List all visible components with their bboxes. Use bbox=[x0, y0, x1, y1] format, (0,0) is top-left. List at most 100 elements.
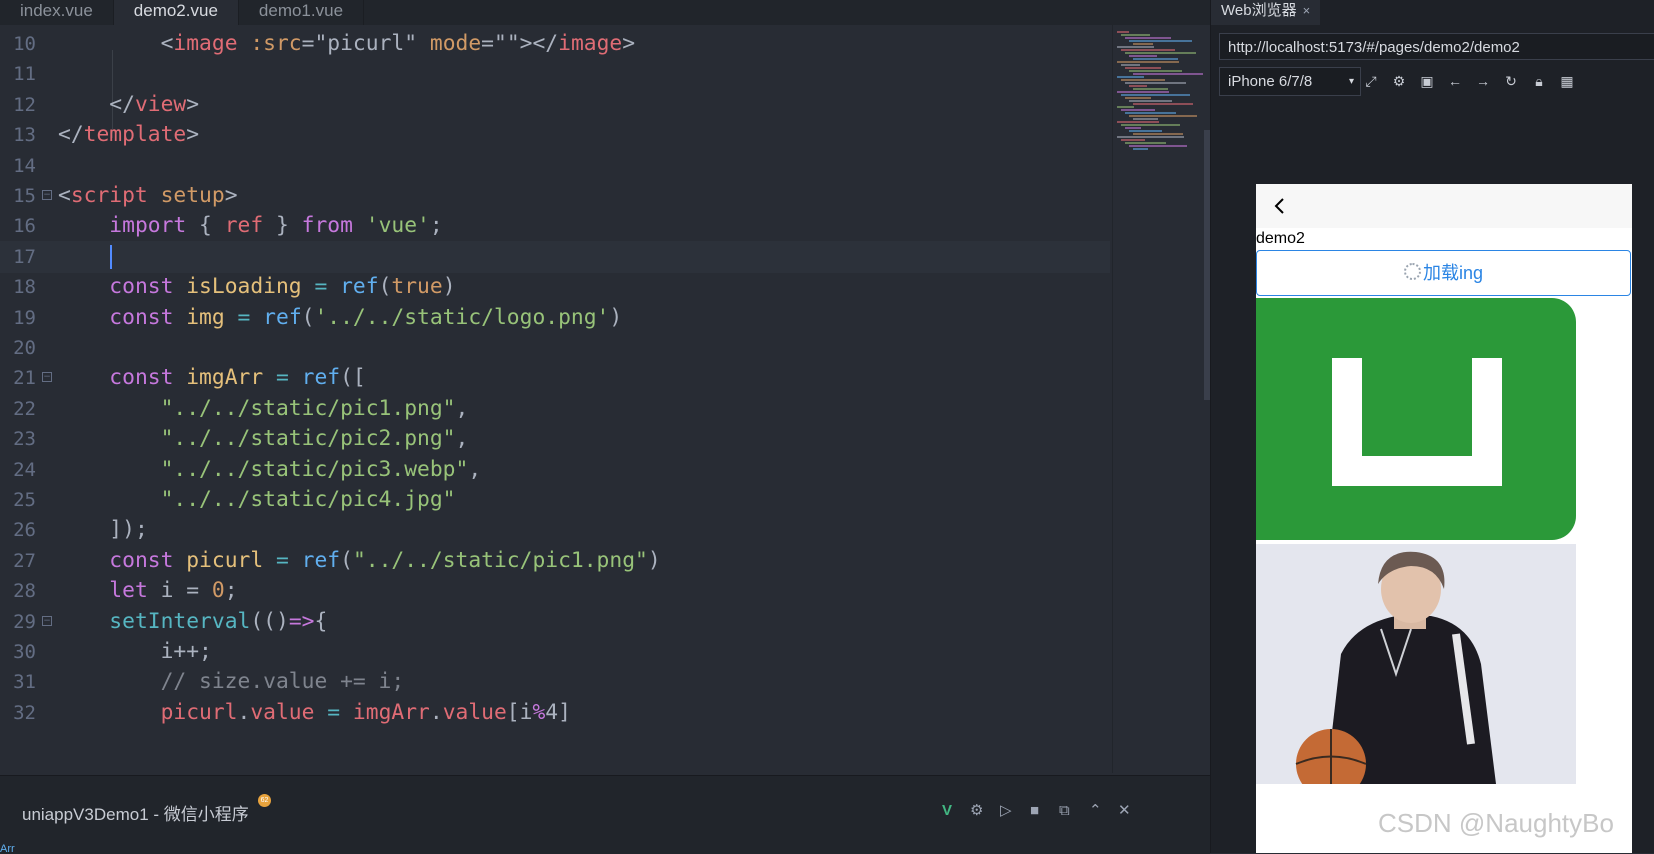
code-line[interactable]: 31 // size.value += i; bbox=[0, 666, 1110, 698]
code-line[interactable]: 27 const picurl = ref("../../static/pic1… bbox=[0, 545, 1110, 577]
code-editor[interactable]: 10 <image :src="picurl" mode=""></image>… bbox=[0, 25, 1110, 773]
lock-icon[interactable]: 🔒︎ bbox=[1529, 71, 1549, 91]
code-line[interactable]: 20 bbox=[0, 332, 1110, 364]
minimap-line bbox=[1121, 34, 1150, 36]
vue-icon[interactable]: V bbox=[942, 802, 952, 820]
code-line[interactable]: 28 let i = 0; bbox=[0, 575, 1110, 607]
stop-icon[interactable]: ■ bbox=[1030, 802, 1039, 820]
run-icon[interactable]: ▷ bbox=[1000, 802, 1012, 820]
code-line[interactable]: 10 <image :src="picurl" mode=""></image> bbox=[0, 28, 1110, 60]
code-token: = bbox=[314, 699, 353, 725]
code-line[interactable]: 18 const isLoading = ref(true) bbox=[0, 271, 1110, 303]
code-token: image bbox=[558, 31, 623, 56]
code-line[interactable]: 23 "../../static/pic2.png", bbox=[0, 423, 1110, 455]
code-token: (() bbox=[250, 608, 289, 634]
settings-icon[interactable]: ⚙ bbox=[1389, 71, 1409, 91]
code-line[interactable]: 12 </view> bbox=[0, 89, 1110, 121]
code-line[interactable]: 22 "../../static/pic1.png", bbox=[0, 393, 1110, 425]
code-line[interactable]: 11 bbox=[0, 58, 1110, 90]
minimap[interactable] bbox=[1112, 25, 1211, 773]
line-number: 14 bbox=[13, 154, 36, 177]
code-token: ref bbox=[224, 213, 264, 239]
line-number: 30 bbox=[13, 641, 36, 663]
fold-toggle-icon[interactable]: − bbox=[42, 372, 52, 383]
screenshot-icon[interactable]: ⧉ bbox=[1059, 802, 1070, 820]
code-text: <script setup> bbox=[58, 180, 238, 212]
forward-arrow-icon[interactable]: → bbox=[1473, 71, 1493, 91]
code-line[interactable]: 16 import { ref } from 'vue'; bbox=[0, 210, 1110, 242]
code-token: img bbox=[186, 304, 225, 330]
code-line[interactable]: 30 i++; bbox=[0, 636, 1110, 668]
code-token: const bbox=[109, 365, 174, 391]
code-line[interactable]: 29− setInterval(()=>{ bbox=[0, 606, 1110, 638]
code-token: > bbox=[186, 122, 200, 148]
minimap-line bbox=[1125, 52, 1196, 54]
code-token: . bbox=[237, 699, 251, 725]
code-token: value bbox=[442, 699, 507, 725]
code-line[interactable]: 17 bbox=[0, 240, 1110, 273]
fold-toggle-icon[interactable]: − bbox=[42, 190, 52, 200]
code-token: > bbox=[224, 183, 238, 208]
tab-demo2-vue[interactable]: demo2.vue bbox=[113, 0, 239, 25]
code-line[interactable]: 13 </template> bbox=[0, 119, 1110, 151]
tab-demo1-vue[interactable]: demo1.vue bbox=[239, 0, 365, 25]
code-token: imgArr bbox=[352, 699, 430, 725]
line-number: 12 bbox=[13, 93, 36, 116]
device-select-value: iPhone 6/7/8 bbox=[1228, 73, 1313, 90]
code-line[interactable]: 24 "../../static/pic3.webp", bbox=[0, 454, 1110, 486]
minimap-line bbox=[1121, 64, 1140, 66]
code-line[interactable]: 32 picurl.value = imgArr.value[i%4] bbox=[0, 697, 1110, 729]
minimap-line bbox=[1125, 37, 1171, 39]
device-select[interactable]: iPhone 6/7/8 ▾ bbox=[1219, 67, 1361, 96]
code-line[interactable]: 21− const imgArr = ref([ bbox=[0, 362, 1110, 394]
back-arrow-icon[interactable]: ← bbox=[1445, 71, 1465, 91]
line-number: 18 bbox=[13, 276, 36, 299]
line-number: 10 bbox=[13, 33, 36, 55]
code-token: { bbox=[314, 608, 328, 634]
chevron-up-icon[interactable]: ⌃ bbox=[1089, 802, 1102, 820]
debug-icon[interactable]: ⚙ bbox=[970, 802, 983, 820]
code-token: } bbox=[263, 213, 302, 239]
project-name[interactable]: uniappV3Demo1 - 微信小程序 bbox=[22, 800, 249, 825]
line-number: 22 bbox=[13, 397, 36, 420]
loading-button[interactable]: 加载ing bbox=[1256, 250, 1631, 296]
url-input[interactable]: http://localhost:5173/#/pages/demo2/demo… bbox=[1219, 33, 1654, 60]
code-token: true bbox=[391, 274, 443, 300]
code-token: ref bbox=[301, 547, 341, 573]
minimap-line bbox=[1129, 100, 1172, 102]
minimap-line bbox=[1129, 85, 1147, 87]
code-token: import bbox=[109, 213, 187, 239]
minimap-line bbox=[1117, 61, 1179, 63]
fold-toggle-icon[interactable]: − bbox=[42, 615, 52, 626]
code-line[interactable]: 19 const img = ref('../../static/logo.pn… bbox=[0, 302, 1110, 334]
code-line[interactable]: 26 ]); bbox=[0, 514, 1110, 546]
close-icon[interactable]: × bbox=[1303, 3, 1311, 18]
rotate-icon[interactable]: ⤢ bbox=[1361, 71, 1381, 91]
back-icon[interactable] bbox=[1270, 194, 1290, 218]
uniapp-logo-icon bbox=[1332, 358, 1502, 486]
notification-badge: 62 bbox=[258, 794, 271, 807]
qrcode-icon[interactable]: ▦ bbox=[1557, 71, 1577, 91]
code-line[interactable]: 25 "../../static/pic4.jpg" bbox=[0, 484, 1110, 516]
code-token: template bbox=[83, 122, 187, 148]
code-line[interactable]: 15− <script setup> bbox=[0, 180, 1110, 212]
code-token: 0 bbox=[211, 578, 225, 604]
code-line[interactable]: 14 bbox=[0, 150, 1110, 182]
minimap-line bbox=[1121, 49, 1175, 51]
browser-tab[interactable]: Web浏览器 × bbox=[1211, 0, 1321, 25]
line-number: 25 bbox=[13, 489, 36, 511]
code-token: </ bbox=[58, 122, 84, 148]
tab-index-vue[interactable]: index.vue bbox=[0, 0, 114, 25]
refresh-icon[interactable]: ↻ bbox=[1501, 71, 1521, 91]
code-token: ; bbox=[224, 578, 238, 604]
code-token: const bbox=[109, 304, 174, 330]
minimap-line bbox=[1133, 133, 1183, 135]
close-panel-icon[interactable]: ✕ bbox=[1118, 802, 1131, 820]
console-icon[interactable]: ▣ bbox=[1417, 71, 1437, 91]
